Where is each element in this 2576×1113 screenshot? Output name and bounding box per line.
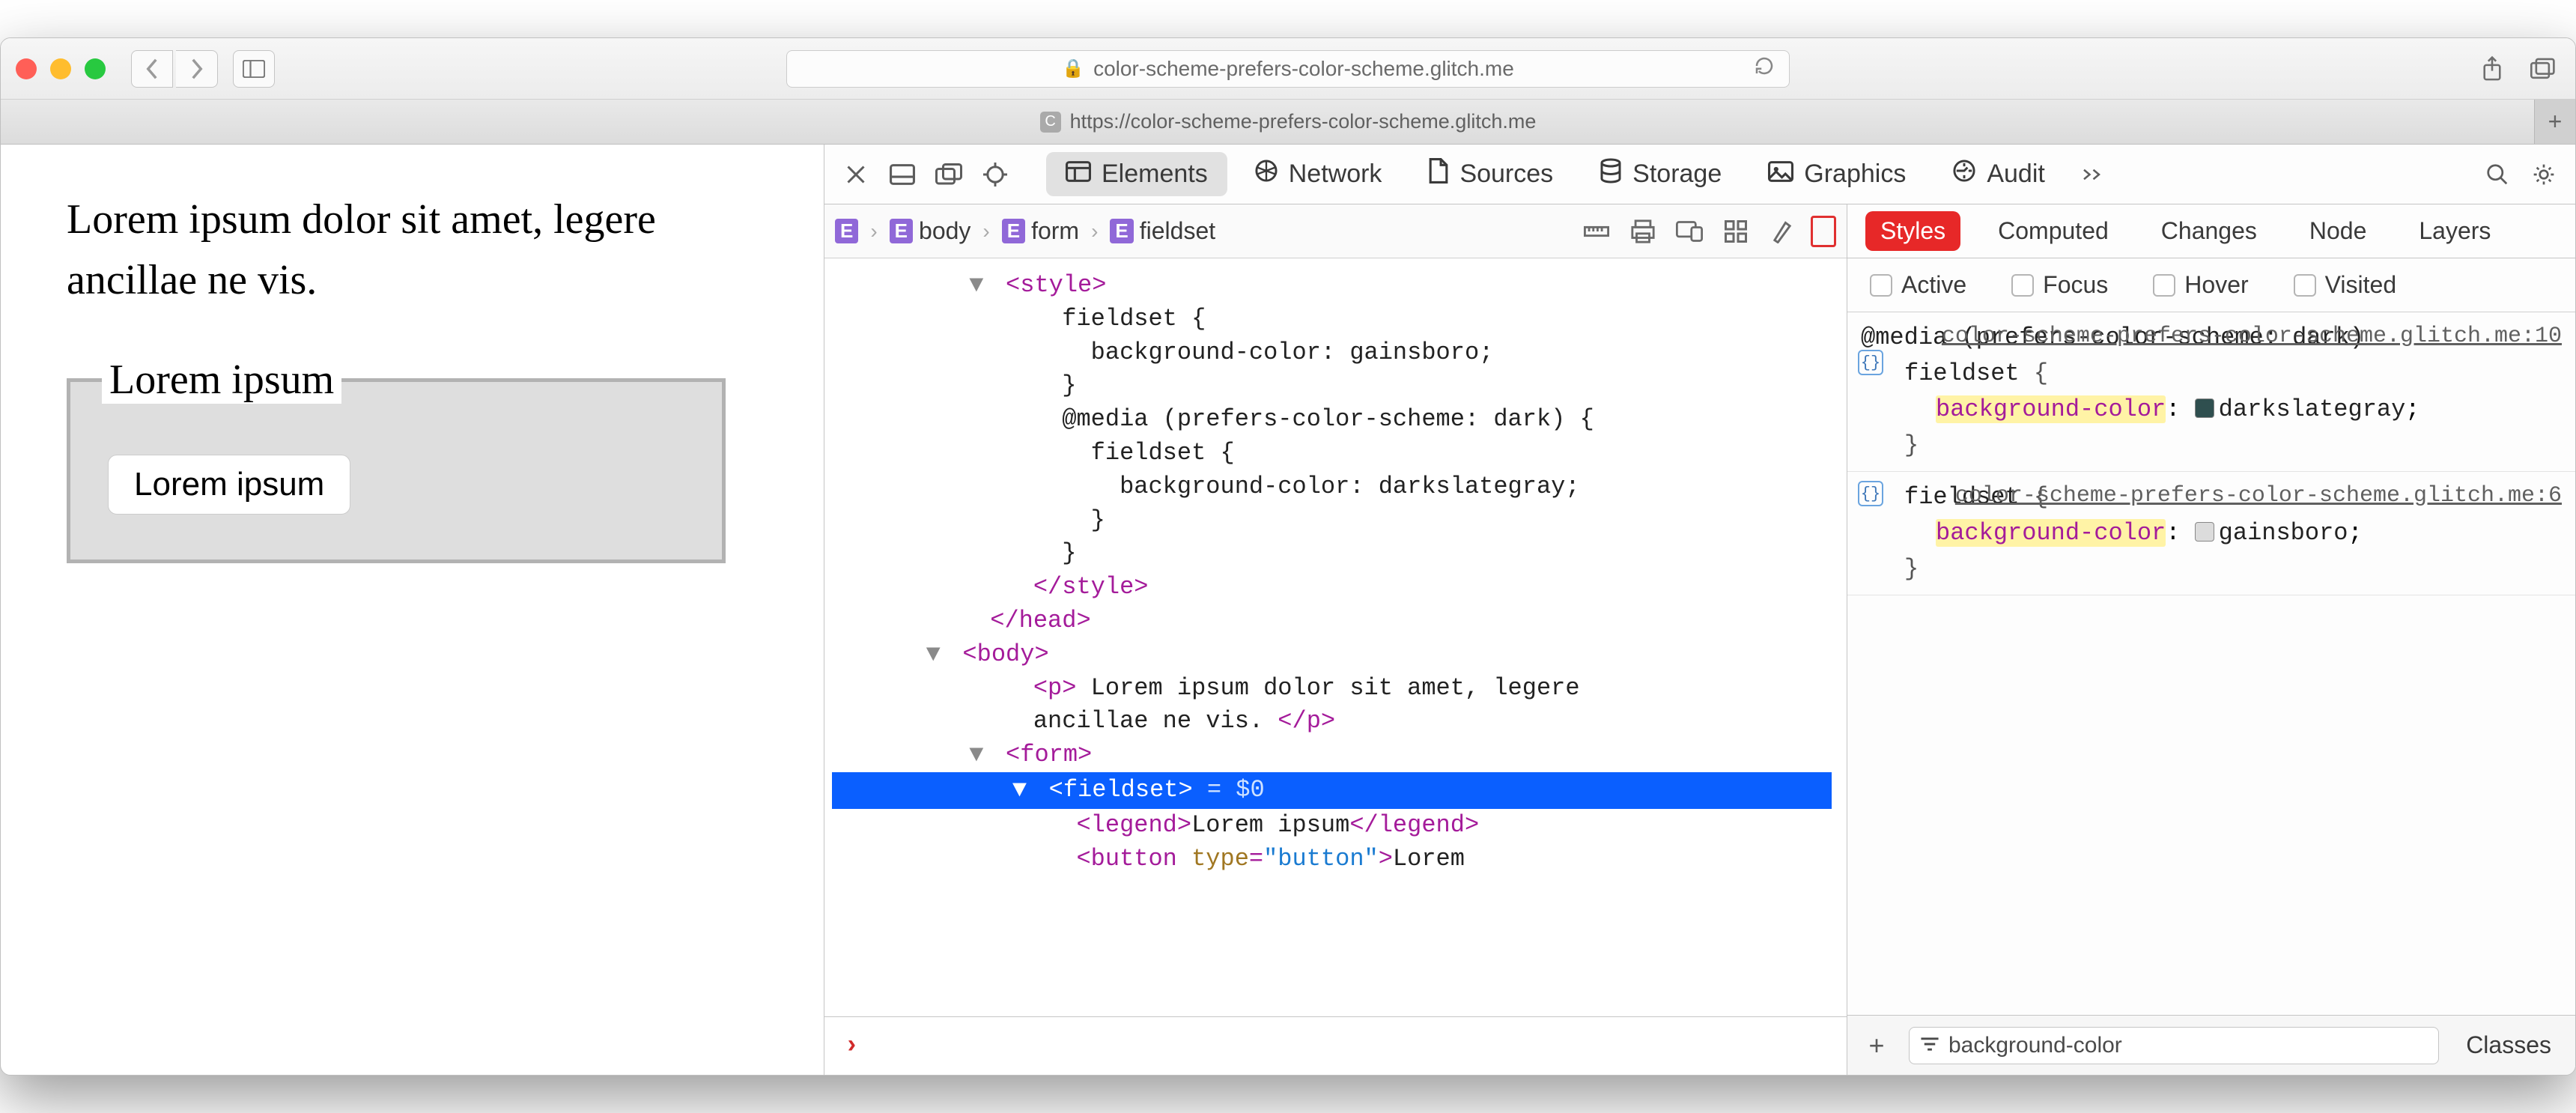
toolbar-right (2475, 52, 2560, 86)
tab-graphics-label: Graphics (1804, 160, 1906, 189)
print-icon[interactable] (1625, 213, 1661, 249)
styles-footer: + background-color Classes (1847, 1015, 2575, 1075)
paint-icon[interactable] (1764, 213, 1800, 249)
styles-panel: Styles Computed Changes Node Layers Acti… (1847, 204, 2575, 1075)
new-tab-button[interactable]: + (2534, 100, 2575, 144)
network-icon (1254, 159, 1278, 189)
devtools-body: E › Ebody › Eform › Efieldset (824, 204, 2575, 1075)
close-devtools-icon[interactable] (836, 155, 875, 194)
tab-audit-label: Audit (1987, 160, 2045, 189)
tab-elements-label: Elements (1102, 160, 1208, 189)
breadcrumb-row: E › Ebody › Eform › Efieldset (824, 204, 1847, 258)
classes-button[interactable]: Classes (2455, 1025, 2562, 1065)
url-text: color-scheme-prefers-color-scheme.glitch… (1093, 57, 1514, 81)
breadcrumb-form[interactable]: Eform (1002, 217, 1079, 245)
sources-icon (1428, 158, 1449, 190)
tab-favicon: C (1040, 112, 1061, 133)
breadcrumb-fieldset[interactable]: Efieldset (1110, 217, 1215, 245)
tab-changes[interactable]: Changes (2146, 211, 2272, 251)
tab-audit[interactable]: Audit (1933, 151, 2065, 197)
breadcrumb-body[interactable]: Ebody (890, 217, 971, 245)
nav-buttons (131, 50, 218, 88)
ruler-icon[interactable] (1579, 213, 1614, 249)
maximize-window-button[interactable] (85, 58, 106, 79)
window-controls (16, 58, 106, 79)
dom-source[interactable]: ▼ <style> fieldset { background-color: g… (824, 258, 1847, 1016)
tab-styles[interactable]: Styles (1865, 211, 1960, 251)
tab-bar: C https://color-scheme-prefers-color-sch… (1, 100, 2575, 145)
tab-node[interactable]: Node (2294, 211, 2382, 251)
color-swatch[interactable] (2195, 398, 2214, 418)
stylesheet-icon: {} (1858, 481, 1883, 506)
demo-button[interactable]: Lorem ipsum (108, 455, 350, 515)
breadcrumb-root[interactable]: E (835, 219, 858, 243)
page-viewport: Lorem ipsum dolor sit amet, legere ancil… (1, 145, 824, 1075)
state-visited[interactable]: Visited (2294, 271, 2396, 299)
demo-legend: Lorem ipsum (102, 356, 341, 404)
address-bar[interactable]: 🔒 color-scheme-prefers-color-scheme.glit… (786, 50, 1790, 88)
tab-network[interactable]: Network (1235, 151, 1402, 197)
pseudo-states: Active Focus Hover Visited (1847, 258, 2575, 312)
share-icon[interactable] (2475, 52, 2509, 86)
stylesheet-icon: {} (1858, 350, 1883, 375)
page-paragraph: Lorem ipsum dolor sit amet, legere ancil… (67, 189, 794, 311)
graphics-icon (1768, 160, 1793, 189)
titlebar: 🔒 color-scheme-prefers-color-scheme.glit… (1, 38, 2575, 100)
device-icon[interactable] (1671, 213, 1707, 249)
devtools-tabbar: Elements Network Sources Storage Graphic… (824, 145, 2575, 204)
demo-fieldset: Lorem ipsum Lorem ipsum (67, 356, 726, 563)
grid-icon[interactable] (1718, 213, 1754, 249)
search-icon[interactable] (2478, 155, 2517, 194)
tabs-overview-icon[interactable] (2526, 52, 2560, 86)
state-active[interactable]: Active (1870, 271, 1966, 299)
tab-storage[interactable]: Storage (1580, 151, 1741, 198)
elements-panel: E › Ebody › Eform › Efieldset (824, 204, 1847, 1075)
selected-dom-node[interactable]: ▼ <fieldset> = $0 (832, 772, 1832, 809)
css-rule[interactable]: {} color-scheme-prefers-color-scheme.gli… (1847, 472, 2575, 595)
source-link[interactable]: color-scheme-prefers-color-scheme.glitch… (1942, 320, 2562, 354)
browser-window: 🔒 color-scheme-prefers-color-scheme.glit… (0, 37, 2576, 1076)
tab-storage-label: Storage (1632, 160, 1722, 189)
console[interactable]: › (824, 1016, 1847, 1075)
audit-icon (1952, 159, 1976, 189)
minimize-window-button[interactable] (50, 58, 71, 79)
compositing-icon[interactable] (1811, 216, 1836, 247)
tab-elements[interactable]: Elements (1046, 152, 1227, 196)
tab-title[interactable]: https://color-scheme-prefers-color-schem… (1070, 110, 1537, 133)
tab-layers[interactable]: Layers (2404, 211, 2506, 251)
filter-input[interactable]: background-color (1909, 1027, 2439, 1064)
console-prompt-icon: › (844, 1032, 859, 1061)
tab-computed[interactable]: Computed (1983, 211, 2124, 251)
css-rule[interactable]: @media (prefers-color-scheme: dark) {} c… (1847, 312, 2575, 472)
tab-sources-label: Sources (1459, 160, 1553, 189)
source-link[interactable]: color-scheme-prefers-color-scheme.glitch… (1955, 479, 2562, 513)
main-area: Lorem ipsum dolor sit amet, legere ancil… (1, 145, 2575, 1075)
back-button[interactable] (131, 50, 173, 88)
tab-network-label: Network (1289, 160, 1382, 189)
target-icon[interactable] (976, 155, 1015, 194)
dock-bottom-icon[interactable] (883, 155, 922, 194)
devtools: Elements Network Sources Storage Graphic… (824, 145, 2575, 1075)
storage-icon (1600, 158, 1622, 190)
tab-graphics[interactable]: Graphics (1749, 152, 1925, 196)
lock-icon: 🔒 (1062, 58, 1084, 79)
rules-list: @media (prefers-color-scheme: dark) {} c… (1847, 312, 2575, 1015)
add-rule-button[interactable]: + (1861, 1030, 1892, 1061)
forward-button[interactable] (176, 50, 218, 88)
state-hover[interactable]: Hover (2153, 271, 2248, 299)
dock-side-icon[interactable] (929, 155, 968, 194)
settings-gear-icon[interactable] (2524, 155, 2563, 194)
state-focus[interactable]: Focus (2011, 271, 2108, 299)
close-window-button[interactable] (16, 58, 37, 79)
reload-icon[interactable] (1753, 55, 1775, 82)
tab-sources[interactable]: Sources (1409, 151, 1573, 198)
sidebar-toggle-button[interactable] (233, 50, 275, 88)
filter-input-value: background-color (1948, 1033, 2122, 1058)
styles-tabbar: Styles Computed Changes Node Layers (1847, 204, 2575, 258)
color-swatch[interactable] (2195, 522, 2214, 542)
filter-icon (1920, 1033, 1939, 1058)
elements-icon (1066, 160, 1091, 189)
overflow-icon[interactable] (2072, 155, 2111, 194)
